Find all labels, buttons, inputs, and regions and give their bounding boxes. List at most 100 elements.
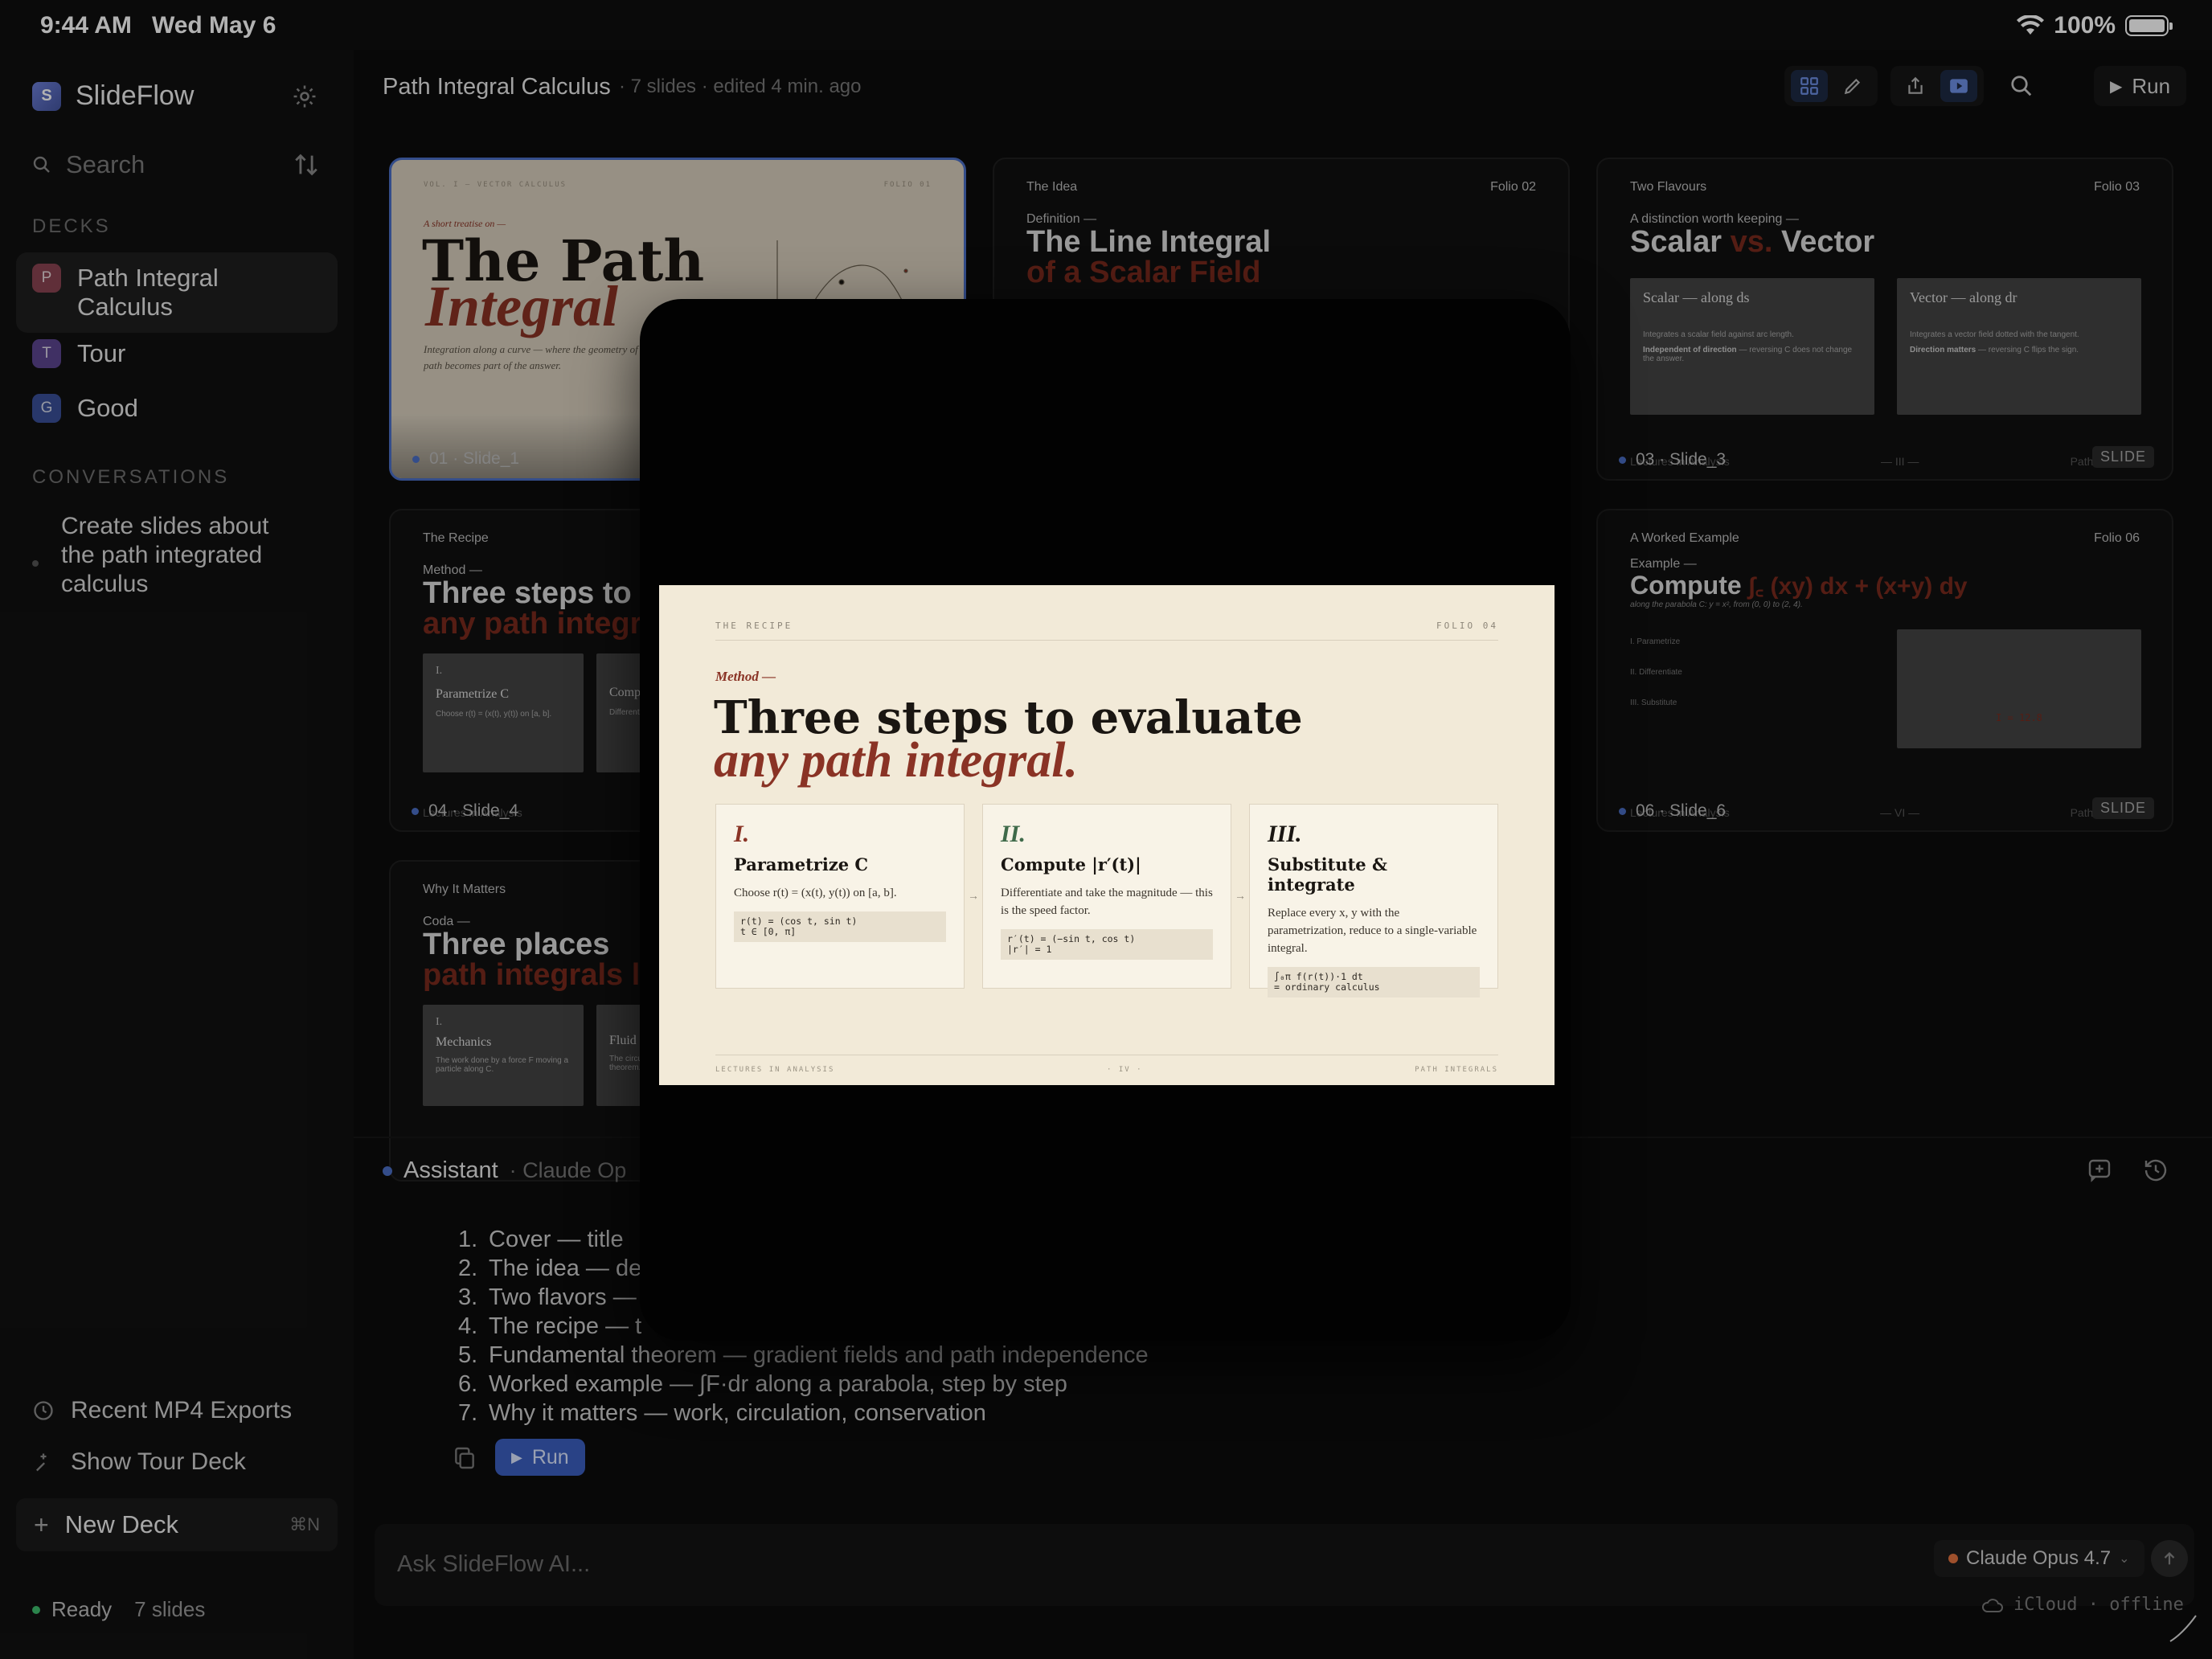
search-placeholder: Search	[66, 150, 145, 178]
copy-icon[interactable]	[452, 1445, 477, 1471]
step-code: r′(t) = (−sin t, cos t) |r′| = 1	[1001, 929, 1213, 960]
conversation-dot	[32, 560, 39, 567]
deck-item-tour[interactable]: T Tour	[16, 328, 338, 379]
deck-meta: · 7 slides · edited 4 min. ago	[619, 76, 862, 97]
model-name: Claude Opus 4.7	[1966, 1547, 2112, 1569]
slide-2-head-right: Folio 02	[1490, 180, 1536, 194]
run-button[interactable]: ▶ Run	[2094, 66, 2187, 106]
preview-foot-left: LECTURES IN ANALYSIS	[715, 1066, 835, 1074]
grid-view-button[interactable]	[1791, 70, 1828, 102]
slide-thumbnail-3[interactable]: Two Flavours Folio 03 A distinction worth…	[1596, 158, 2173, 481]
step-number: III.	[1268, 821, 1302, 847]
conversation-item[interactable]: Create slides about the path integrated …	[32, 512, 338, 599]
list-item: 7. Why it matters — work, circulation, co…	[458, 1400, 986, 1426]
slide-6-label: 06 · Slide_6	[1619, 801, 1726, 821]
slide-count-label: 7 slides	[134, 1597, 206, 1621]
deck-item-good[interactable]: G Good	[16, 383, 338, 434]
slide-6-kicker: Example —	[1630, 557, 1697, 571]
step-title: Parametrize C	[734, 854, 869, 875]
sidebar-search[interactable]: Search	[32, 145, 330, 185]
slide-6-label-text: 06 · Slide_6	[1636, 801, 1727, 820]
slide-1-head: VOL. I — VECTOR CALCULUS FOLIO 01	[424, 181, 932, 189]
sidebar: S SlideFlow Search DECKS P Path Integral…	[0, 50, 354, 1659]
send-button[interactable]	[2151, 1540, 2188, 1577]
slide-1-subtitle: Integration along a curve — where the ge…	[424, 343, 653, 371]
assistant-model-meta: · Claude Op	[509, 1158, 627, 1182]
deck-title: Path Integral Calculus	[383, 74, 611, 100]
deck-name: Good	[77, 394, 138, 422]
search-icon[interactable]	[2009, 74, 2034, 98]
step-card-3: III. Substitute & integrate Replace ever…	[1249, 804, 1498, 997]
plus-icon: +	[34, 1509, 49, 1539]
play-icon: ▶	[511, 1448, 522, 1465]
decks-section-label: DECKS	[32, 215, 111, 237]
assistant-status-dot	[383, 1165, 392, 1176]
pencil-icon	[1844, 78, 1861, 95]
new-deck-shortcut: ⌘N	[289, 1514, 320, 1534]
chevron-down-icon: ⌄	[2119, 1552, 2130, 1566]
model-selector[interactable]: Claude Opus 4.7 ⌄	[1934, 1540, 2144, 1577]
step-number: II.	[1001, 821, 1026, 847]
arrow-right-icon: →	[1235, 889, 1246, 902]
assistant-run-label: Run	[531, 1445, 569, 1469]
slide-thumbnail-6[interactable]: A Worked Example Folio 06 Example — Compu…	[1596, 509, 2173, 832]
slide-3-title: Scalar vs. Vector	[1630, 225, 1875, 259]
view-toggle-group	[1784, 66, 1878, 106]
new-chat-icon[interactable]	[2087, 1157, 2112, 1183]
slide-4-panel-1: I. Parametrize C Choose r(t) = (x(t), y(…	[423, 653, 584, 772]
sidebar-status: Ready 7 slides	[32, 1597, 205, 1622]
assistant-header: Assistant · Claude Op	[383, 1157, 626, 1184]
slide-4-head-left: The Recipe	[423, 531, 489, 545]
step-card-1: I. Parametrize C Choose r(t) = (x(t), y(…	[715, 804, 965, 989]
battery-percent: 100%	[2054, 12, 2116, 39]
slide-preview-modal[interactable]: THE RECIPE FOLIO 04 Method — Three steps…	[640, 299, 1571, 1341]
history-icon[interactable]	[2143, 1157, 2169, 1183]
app-logo-icon: S	[32, 81, 61, 111]
conversations-section-label: CONVERSATIONS	[32, 466, 230, 488]
status-bar: 9:44 AM Wed May 6 100%	[0, 0, 2212, 50]
slide-3-badge: SLIDE	[2091, 446, 2154, 468]
slide-6-worked-panel: I = 12.8	[1897, 629, 2141, 748]
sparkle-icon	[36, 1453, 47, 1472]
settings-gear-icon[interactable]	[291, 83, 318, 110]
grid-icon	[1800, 77, 1818, 95]
slide-1-head-right: FOLIO 01	[883, 181, 932, 189]
cloud-icon	[1982, 1598, 2003, 1612]
preview-foot-mid: · IV ·	[1107, 1066, 1143, 1074]
ask-input-placeholder: Ask SlideFlow AI...	[397, 1551, 591, 1577]
step-description: Choose r(t) = (x(t), y(t)) on [a, b].	[734, 887, 897, 899]
ask-input-box[interactable]: Ask SlideFlow AI... Claude Opus 4.7 ⌄	[375, 1524, 2194, 1606]
sort-icon[interactable]	[293, 151, 320, 178]
preview-slide: THE RECIPE FOLIO 04 Method — Three steps…	[659, 585, 1555, 1085]
conversation-title: Create slides about the path integrated …	[61, 513, 269, 597]
preview-slide-head: THE RECIPE FOLIO 04	[715, 621, 1498, 631]
model-status-dot	[1948, 1554, 1958, 1563]
step-code: ∫₀π f(r(t))·1 dt = ordinary calculus	[1268, 967, 1480, 997]
slide-3-panel-vector: Vector — along dr Integrates a vector fi…	[1897, 278, 2141, 415]
edit-view-button[interactable]	[1834, 70, 1871, 102]
slide-3-head-right: Folio 03	[2094, 180, 2140, 194]
new-deck-button[interactable]: + New Deck ⌘N	[16, 1498, 338, 1551]
sync-status-text: iCloud · offline	[2013, 1595, 2184, 1615]
assistant-name: Assistant	[403, 1157, 498, 1183]
slide-6-title: Compute ∫꜀ (xy) dx + (x+y) dy	[1630, 571, 1968, 600]
assistant-run-button[interactable]: ▶ Run	[495, 1439, 585, 1476]
slide-2-title-red: of a Scalar Field	[1026, 256, 1261, 289]
show-tour-link[interactable]: Show Tour Deck	[32, 1448, 246, 1476]
ready-label: Ready	[51, 1597, 113, 1621]
step-card-2: II. Compute |r′(t)| Differentiate and ta…	[982, 804, 1231, 989]
recent-exports-link[interactable]: Recent MP4 Exports	[32, 1397, 292, 1424]
preview-head-left: THE RECIPE	[715, 621, 793, 631]
share-button[interactable]	[1897, 70, 1934, 102]
pencil-stroke-icon	[2169, 1615, 2197, 1642]
search-icon	[33, 156, 50, 173]
panel-title: Scalar — along ds	[1643, 289, 1750, 305]
deck-name: Path Integral Calculus	[77, 264, 219, 321]
slide-6-head-right: Folio 06	[2094, 531, 2140, 545]
deck-item-path-integral-calculus[interactable]: P Path Integral Calculus	[16, 252, 338, 333]
step-title: Substitute & integrate	[1268, 854, 1387, 895]
list-item: 5. Fundamental theorem — gradient fields …	[458, 1342, 1149, 1368]
step-title: Compute |r′(t)|	[1001, 854, 1141, 875]
new-deck-label: New Deck	[64, 1510, 178, 1538]
present-button[interactable]	[1940, 70, 1977, 102]
